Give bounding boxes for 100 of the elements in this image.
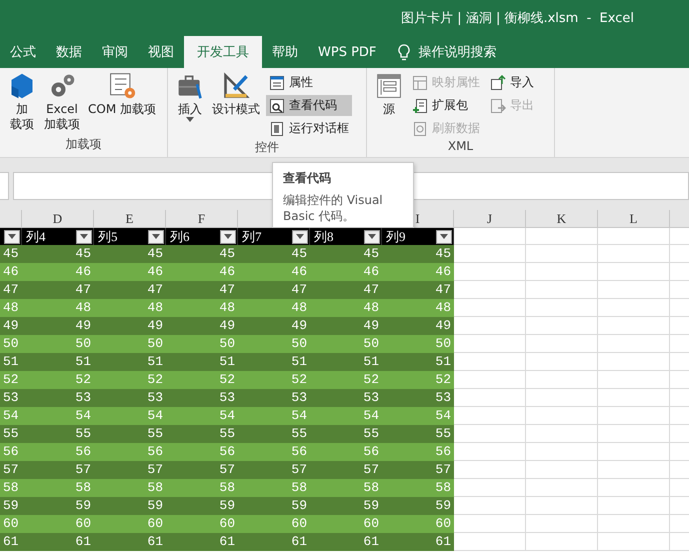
table-header: 列7 (242, 228, 262, 246)
table-cell: 45 (94, 245, 166, 263)
group-label: 加载项 (64, 136, 102, 153)
table-cell: 59 (22, 497, 94, 515)
table-cell: 60 (94, 515, 166, 533)
table-cell: 58 (310, 479, 382, 497)
table-cell: 49 (166, 317, 238, 335)
table-cell: 53 (166, 389, 238, 407)
table-cell: 49 (310, 317, 382, 335)
table-header: 列4 (26, 228, 46, 246)
table-cell: 50 (0, 335, 22, 353)
table-cell: 60 (22, 515, 94, 533)
table-cell: 58 (94, 479, 166, 497)
table-cell: 58 (238, 479, 310, 497)
table-cell: 57 (238, 461, 310, 479)
table-cell: 50 (94, 335, 166, 353)
table-cell: 59 (94, 497, 166, 515)
table-cell: 52 (382, 371, 454, 389)
table-cell: 47 (310, 281, 382, 299)
table-cell: 47 (382, 281, 454, 299)
table-cell: 55 (22, 425, 94, 443)
table-cell: 48 (0, 299, 22, 317)
table-cell: 57 (166, 461, 238, 479)
table-cell: 51 (310, 353, 382, 371)
table-cell: 48 (22, 299, 94, 317)
table-cell: 50 (238, 335, 310, 353)
table-cell: 61 (0, 533, 22, 551)
table-cell: 46 (238, 263, 310, 281)
table-cell: 58 (166, 479, 238, 497)
table-cell: 59 (0, 497, 22, 515)
table-cell: 53 (94, 389, 166, 407)
table-cell: 54 (382, 407, 454, 425)
table-cell: 58 (382, 479, 454, 497)
table-cell: 48 (382, 299, 454, 317)
table-cell: 46 (310, 263, 382, 281)
table-cell: 51 (166, 353, 238, 371)
table-cell: 52 (94, 371, 166, 389)
table-cell: 60 (382, 515, 454, 533)
table-cell: 47 (0, 281, 22, 299)
table-cell: 59 (382, 497, 454, 515)
group-label: XML (446, 139, 474, 155)
table-cell: 61 (94, 533, 166, 551)
table-cell: 56 (238, 443, 310, 461)
table-cell: 54 (22, 407, 94, 425)
table-cell: 57 (22, 461, 94, 479)
table-cell: 51 (238, 353, 310, 371)
table-cell: 50 (22, 335, 94, 353)
table-cell: 61 (22, 533, 94, 551)
table-cell: 61 (238, 533, 310, 551)
table-cell: 57 (310, 461, 382, 479)
table-cell: 56 (94, 443, 166, 461)
table-cell: 55 (382, 425, 454, 443)
group-label: 控件 (254, 139, 280, 156)
table-cell: 49 (0, 317, 22, 335)
table-cell: 47 (166, 281, 238, 299)
table-cell: 61 (382, 533, 454, 551)
table-cell: 51 (94, 353, 166, 371)
table-cell: 55 (94, 425, 166, 443)
table-cell: 45 (382, 245, 454, 263)
table-cell: 57 (382, 461, 454, 479)
table-cell: 52 (166, 371, 238, 389)
table-cell: 52 (238, 371, 310, 389)
table-cell: 55 (166, 425, 238, 443)
table-cell: 59 (166, 497, 238, 515)
table-header: 列6 (170, 228, 190, 246)
table-cell: 45 (310, 245, 382, 263)
table-cell: 48 (238, 299, 310, 317)
table-cell: 45 (0, 245, 22, 263)
table-cell: 56 (22, 443, 94, 461)
table-cell: 59 (310, 497, 382, 515)
tooltip-title: 查看代码 (283, 170, 332, 187)
table-cell: 54 (94, 407, 166, 425)
table-cell: 51 (0, 353, 22, 371)
table-cell: 60 (238, 515, 310, 533)
table-cell: 51 (22, 353, 94, 371)
table-cell: 56 (0, 443, 22, 461)
table-cell: 54 (0, 407, 22, 425)
table-cell: 53 (0, 389, 22, 407)
table-cell: 55 (238, 425, 310, 443)
table-cell: 56 (382, 443, 454, 461)
table-header: 列8 (314, 228, 334, 246)
table-cell: 46 (94, 263, 166, 281)
table-header: 列9 (386, 228, 406, 246)
table-cell: 49 (94, 317, 166, 335)
table-cell: 46 (382, 263, 454, 281)
table-cell: 45 (166, 245, 238, 263)
table-cell: 47 (94, 281, 166, 299)
table-cell: 54 (238, 407, 310, 425)
table-cell: 52 (0, 371, 22, 389)
table-cell: 55 (310, 425, 382, 443)
table-cell: 58 (0, 479, 22, 497)
table-cell: 50 (166, 335, 238, 353)
table-cell: 46 (166, 263, 238, 281)
table-cell: 61 (166, 533, 238, 551)
table-cell: 53 (382, 389, 454, 407)
table-cell: 50 (310, 335, 382, 353)
table-cell: 53 (22, 389, 94, 407)
table-cell: 48 (94, 299, 166, 317)
table-cell: 57 (0, 461, 22, 479)
table-cell: 47 (22, 281, 94, 299)
